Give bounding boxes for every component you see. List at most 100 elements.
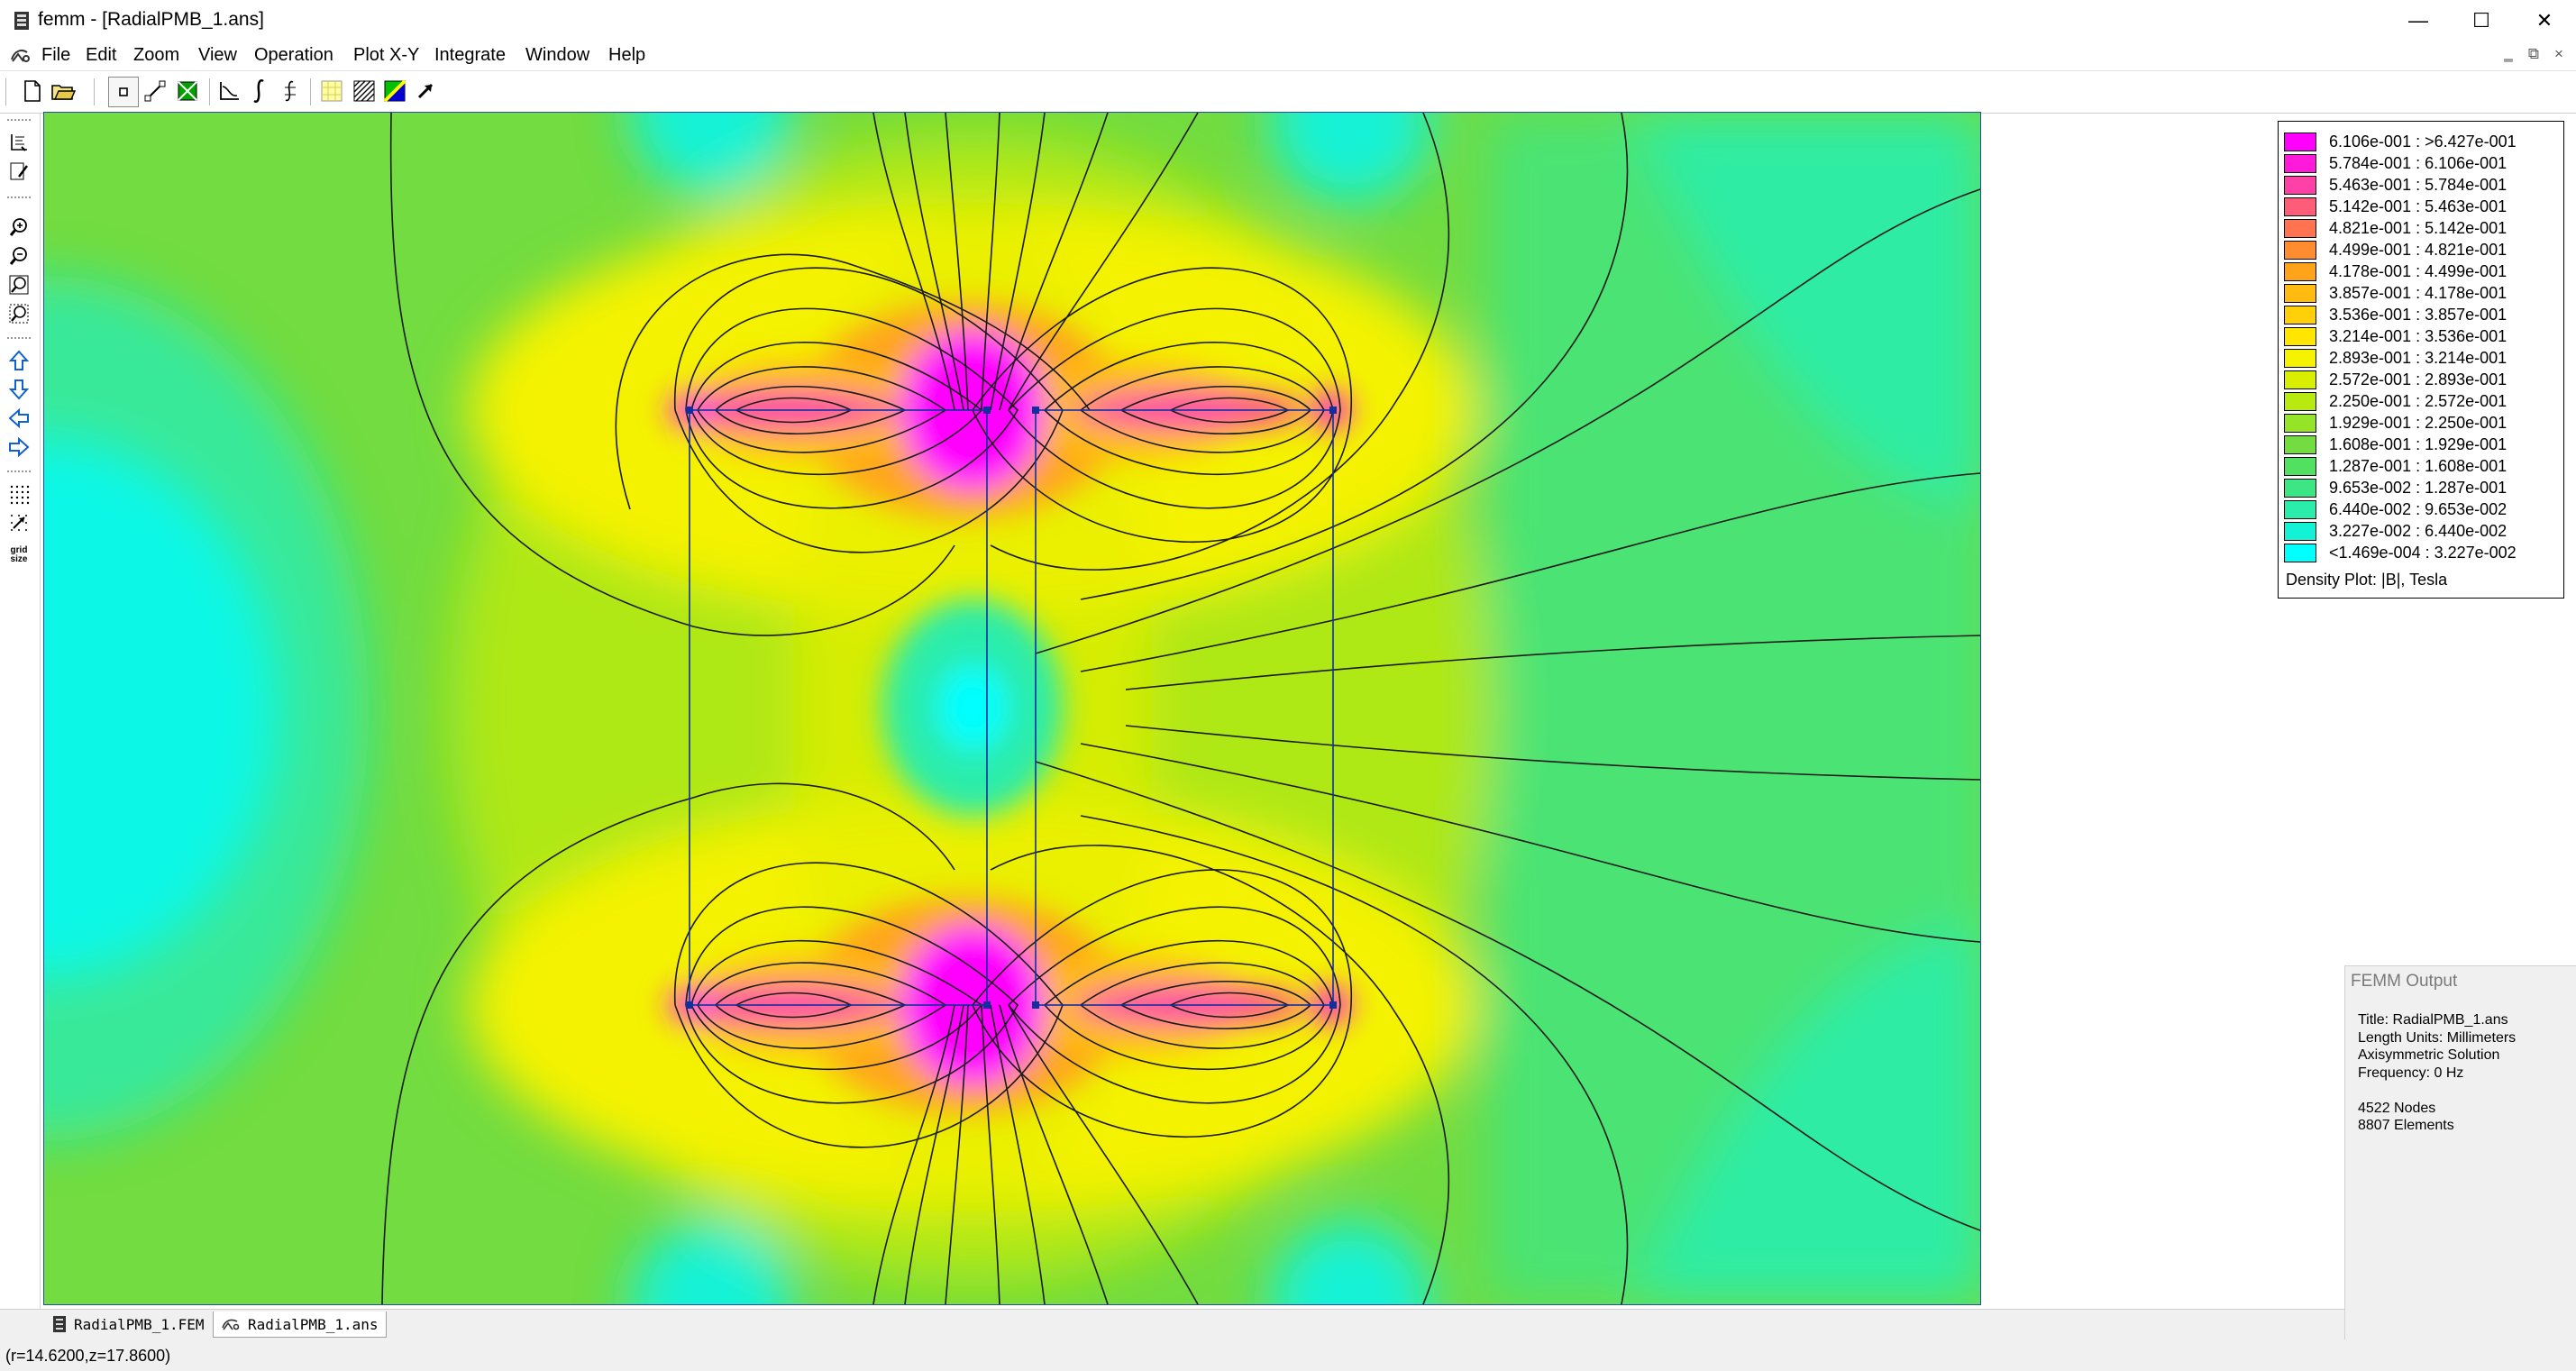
pan-down-icon[interactable] <box>5 377 32 402</box>
menu-operation[interactable]: Operation <box>254 44 333 66</box>
legend-label: 4.499e-001 : 4.821e-001 <box>2329 241 2507 259</box>
minimize-button[interactable]: — <box>2387 0 2450 41</box>
menu-file[interactable]: File <box>41 44 70 66</box>
output-line: 8807 Elements <box>2358 1118 2454 1133</box>
density-legend: 6.106e-001 : >6.427e-001 5.784e-001 : 6.1… <box>2278 121 2564 599</box>
document-tabs: RadialPMB_1.FEM RadialPMB_1.ans <box>0 1309 2344 1340</box>
legend-swatch <box>2284 154 2316 173</box>
legend-swatch <box>2284 176 2316 195</box>
status-bar: (r=14.6200,z=17.8600) <box>0 1339 2576 1371</box>
zoom-window-icon[interactable] <box>5 301 32 326</box>
field-plot[interactable] <box>43 112 1981 1305</box>
legend-swatch <box>2284 133 2316 151</box>
toolbar <box>0 70 2576 114</box>
edit-icon[interactable] <box>5 159 32 184</box>
output-title: FEMM Output <box>2351 972 2458 991</box>
mdi-restore-button[interactable]: ⧉ <box>2524 45 2544 63</box>
solution-doc-icon <box>222 1319 240 1330</box>
new-file-icon[interactable] <box>18 77 47 105</box>
point-mode-icon[interactable] <box>108 77 139 107</box>
line-integral-icon[interactable] <box>276 77 305 105</box>
legend-swatch <box>2284 197 2316 216</box>
output-text: Title: RadialPMB_1.ans Length Units: Mil… <box>2358 1011 2516 1135</box>
legend-swatch <box>2284 241 2316 260</box>
zoom-in-icon[interactable] <box>5 215 32 240</box>
plot-xy-icon[interactable] <box>215 77 243 105</box>
legend-swatch <box>2284 284 2316 303</box>
menu-plot-xy[interactable]: Plot X-Y <box>353 44 419 66</box>
legend-label: 5.463e-001 : 5.784e-001 <box>2329 176 2507 194</box>
maximize-button[interactable]: ☐ <box>2450 0 2513 41</box>
tab-label: RadialPMB_1.FEM <box>74 1315 205 1333</box>
solution-doc-icon[interactable] <box>9 45 31 65</box>
window-title: femm - [RadialPMB_1.ans] <box>38 9 264 30</box>
grid-size-label: grid size <box>10 545 28 564</box>
density-plot-icon[interactable] <box>350 77 379 105</box>
legend-label: 3.536e-001 : 3.857e-001 <box>2329 306 2507 324</box>
legend-label: 5.142e-001 : 5.463e-001 <box>2329 197 2507 215</box>
legend-swatch <box>2284 435 2316 454</box>
legend-title: Density Plot: |B|, Tesla <box>2286 571 2448 589</box>
pointer-icon[interactable] <box>411 77 440 105</box>
legend-swatch <box>2284 262 2316 281</box>
legend-swatch <box>2284 370 2316 389</box>
menu-help[interactable]: Help <box>608 44 645 66</box>
zoom-natural-icon[interactable] <box>5 272 32 297</box>
legend-label: 2.572e-001 : 2.893e-001 <box>2329 370 2507 388</box>
menu-integrate[interactable]: Integrate <box>434 44 506 66</box>
legend-swatch <box>2284 219 2316 238</box>
legend-swatch <box>2284 500 2316 519</box>
pan-right-icon[interactable] <box>5 434 32 460</box>
legend-label: 6.106e-001 : >6.427e-001 <box>2329 133 2517 151</box>
mdi-minimize-button[interactable]: ‗ <box>2498 45 2518 63</box>
legend-swatch <box>2284 327 2316 346</box>
menu-zoom[interactable]: Zoom <box>133 44 179 66</box>
femm-app-icon <box>14 12 29 30</box>
tab-fem-file[interactable]: RadialPMB_1.FEM <box>45 1312 212 1337</box>
legend-label: 6.440e-002 : 9.653e-002 <box>2329 500 2507 518</box>
pan-up-icon[interactable] <box>5 348 32 373</box>
mdi-close-button[interactable]: × <box>2549 45 2569 63</box>
legend-label: 3.857e-001 : 4.178e-001 <box>2329 284 2507 302</box>
show-mesh-icon[interactable] <box>5 130 32 155</box>
coordinate-readout: (r=14.6200,z=17.8600) <box>5 1347 171 1365</box>
legend-label: 9.653e-002 : 1.287e-001 <box>2329 479 2507 497</box>
pan-left-icon[interactable] <box>5 406 32 431</box>
legend-label: 4.178e-001 : 4.499e-001 <box>2329 262 2507 280</box>
legend-swatch <box>2284 349 2316 368</box>
area-mode-icon[interactable] <box>173 77 202 105</box>
legend-swatch <box>2284 414 2316 433</box>
contour-plot-icon[interactable] <box>317 77 346 105</box>
tab-ans-file[interactable]: RadialPMB_1.ans <box>213 1312 387 1338</box>
zoom-out-icon[interactable] <box>5 243 32 269</box>
grid-size-button[interactable]: grid size <box>5 539 32 571</box>
output-line: Axisymmetric Solution <box>2358 1047 2500 1063</box>
legend-label: 5.784e-001 : 6.106e-001 <box>2329 154 2507 172</box>
tab-label: RadialPMB_1.ans <box>248 1315 379 1333</box>
show-grid-icon[interactable] <box>5 481 32 507</box>
output-line: Frequency: 0 Hz <box>2358 1065 2464 1081</box>
density-plot-canvas[interactable] <box>44 113 1980 1304</box>
legend-label: 2.893e-001 : 3.214e-001 <box>2329 349 2507 367</box>
legend-swatch <box>2284 392 2316 411</box>
menu-window[interactable]: Window <box>525 44 589 66</box>
contour-mode-icon[interactable] <box>141 77 169 105</box>
open-file-icon[interactable] <box>49 77 78 105</box>
legend-swatch <box>2284 544 2316 562</box>
legend-label: 1.287e-001 : 1.608e-001 <box>2329 457 2507 475</box>
legend-label: <1.469e-004 : 3.227e-002 <box>2329 544 2517 562</box>
snap-grid-icon[interactable] <box>5 510 32 535</box>
integrate-icon[interactable] <box>245 77 274 105</box>
menu-edit[interactable]: Edit <box>86 44 116 66</box>
output-line: Title: RadialPMB_1.ans <box>2358 1012 2508 1028</box>
legend-label: 1.608e-001 : 1.929e-001 <box>2329 435 2507 453</box>
output-line: 4522 Nodes <box>2358 1100 2436 1116</box>
legend-swatch <box>2284 522 2316 541</box>
femm-doc-icon <box>53 1316 66 1332</box>
vector-plot-icon[interactable] <box>380 77 409 105</box>
legend-label: 3.214e-001 : 3.536e-001 <box>2329 327 2507 345</box>
menu-view[interactable]: View <box>198 44 237 66</box>
close-button[interactable]: ✕ <box>2513 0 2576 41</box>
femm-output-panel: FEMM Output Title: RadialPMB_1.ans Lengt… <box>2344 965 2576 1339</box>
